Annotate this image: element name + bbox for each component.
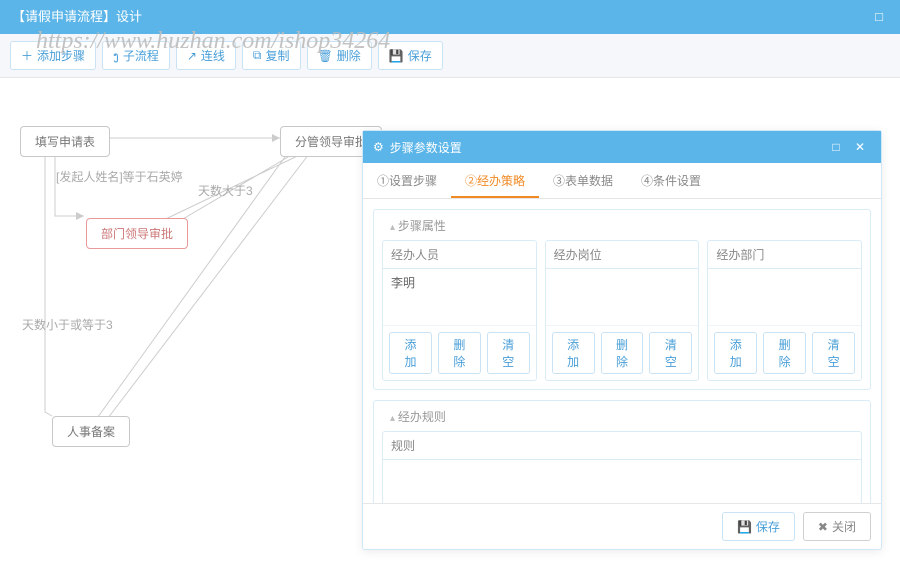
- node-hr-record[interactable]: 人事备案: [52, 416, 130, 447]
- position-del-button[interactable]: 删除: [601, 332, 644, 374]
- modal-body: 步骤属性 经办人员 李明 添加 删除 清空 经办岗位 添加 删除: [363, 199, 881, 503]
- delete-button[interactable]: 🗑 删除: [307, 41, 372, 70]
- modal-tabbar: ①设置步骤 ②经办策略 ③表单数据 ④条件设置: [363, 163, 881, 199]
- save-icon: 💾: [389, 49, 404, 63]
- step-params-modal: ⚙ 步骤参数设置 □ ✕ ①设置步骤 ②经办策略 ③表单数据 ④条件设置 步骤属…: [362, 130, 882, 550]
- person-del-button[interactable]: 删除: [438, 332, 481, 374]
- toolbar: ＋添加步骤 ງ 子流程 ↗ 连线 ⧉ 复制 🗑 删除 💾 保存: [0, 34, 900, 78]
- person-clear-button[interactable]: 清空: [487, 332, 530, 374]
- footer-close-button[interactable]: ✖关闭: [803, 512, 871, 541]
- delete-label: 删除: [337, 47, 361, 64]
- node-fill-form[interactable]: 填写申请表: [20, 126, 110, 157]
- modal-title: 步骤参数设置: [390, 139, 462, 156]
- col-dept-value[interactable]: [708, 269, 861, 325]
- copy-label: 复制: [266, 47, 290, 64]
- gear-icon: ⚙: [373, 140, 384, 154]
- legend-step-props: 步骤属性: [386, 217, 450, 234]
- copy-icon: ⧉: [253, 48, 262, 63]
- tab-form-data[interactable]: ③表单数据: [539, 163, 627, 198]
- person-add-button[interactable]: 添加: [389, 332, 432, 374]
- col-position-value[interactable]: [546, 269, 699, 325]
- edge-label-days-lte3: 天数小于或等于3: [22, 316, 113, 333]
- sub-flow-button[interactable]: ງ 子流程: [102, 41, 170, 70]
- sub-flow-label: 子流程: [123, 47, 159, 64]
- col-dept: 经办部门 添加 删除 清空: [707, 240, 862, 381]
- legend-rules: 经办规则: [386, 408, 450, 425]
- connect-button[interactable]: ↗ 连线: [176, 41, 236, 70]
- col-person-label: 经办人员: [383, 241, 536, 269]
- col-dept-label: 经办部门: [708, 241, 861, 269]
- tab-condition[interactable]: ④条件设置: [627, 163, 715, 198]
- modal-maximize-icon[interactable]: □: [825, 136, 847, 158]
- col-position-label: 经办岗位: [546, 241, 699, 269]
- tab-set-step[interactable]: ①设置步骤: [363, 163, 451, 198]
- app-title: 【请假申请流程】设计: [12, 0, 142, 34]
- branch-icon: ງ: [113, 49, 119, 63]
- app-header: 【请假申请流程】设计 □: [0, 0, 900, 34]
- modal-header: ⚙ 步骤参数设置 □ ✕: [363, 131, 881, 163]
- save-button[interactable]: 💾 保存: [378, 41, 443, 70]
- copy-button[interactable]: ⧉ 复制: [242, 41, 301, 70]
- add-step-label: 添加步骤: [37, 47, 85, 64]
- save-label: 保存: [408, 47, 432, 64]
- dept-add-button[interactable]: 添加: [714, 332, 757, 374]
- edge-label-days-gt3: 天数大于3: [198, 182, 253, 199]
- col-rules: 规则 添加 删除 清空: [382, 431, 862, 503]
- col-person-value[interactable]: 李明: [383, 269, 536, 325]
- modal-close-icon[interactable]: ✕: [849, 136, 871, 158]
- dept-clear-button[interactable]: 清空: [812, 332, 855, 374]
- connect-label: 连线: [201, 47, 225, 64]
- header-maximize-icon[interactable]: □: [870, 8, 888, 26]
- close-icon: ✖: [818, 520, 828, 534]
- add-step-button[interactable]: ＋添加步骤: [10, 41, 96, 70]
- modal-footer: 💾保存 ✖关闭: [363, 503, 881, 549]
- trash-icon: 🗑: [318, 49, 333, 63]
- link-icon: ↗: [187, 49, 197, 63]
- col-rules-value[interactable]: [383, 460, 861, 503]
- fieldset-rules: 经办规则 规则 添加 删除 清空: [373, 400, 871, 503]
- col-rules-label: 规则: [383, 432, 861, 460]
- edge-label-initiator: [发起人姓名]等于石英婷: [56, 168, 183, 185]
- position-add-button[interactable]: 添加: [552, 332, 595, 374]
- fieldset-step-props: 步骤属性 经办人员 李明 添加 删除 清空 经办岗位 添加 删除: [373, 209, 871, 390]
- dept-del-button[interactable]: 删除: [763, 332, 806, 374]
- tab-handle-policy[interactable]: ②经办策略: [451, 163, 539, 198]
- node-dept-approval[interactable]: 部门领导审批: [86, 218, 188, 249]
- position-clear-button[interactable]: 清空: [649, 332, 692, 374]
- col-position: 经办岗位 添加 删除 清空: [545, 240, 700, 381]
- footer-save-button[interactable]: 💾保存: [722, 512, 795, 541]
- plus-icon: ＋: [21, 47, 33, 64]
- col-person: 经办人员 李明 添加 删除 清空: [382, 240, 537, 381]
- save-icon: 💾: [737, 520, 752, 534]
